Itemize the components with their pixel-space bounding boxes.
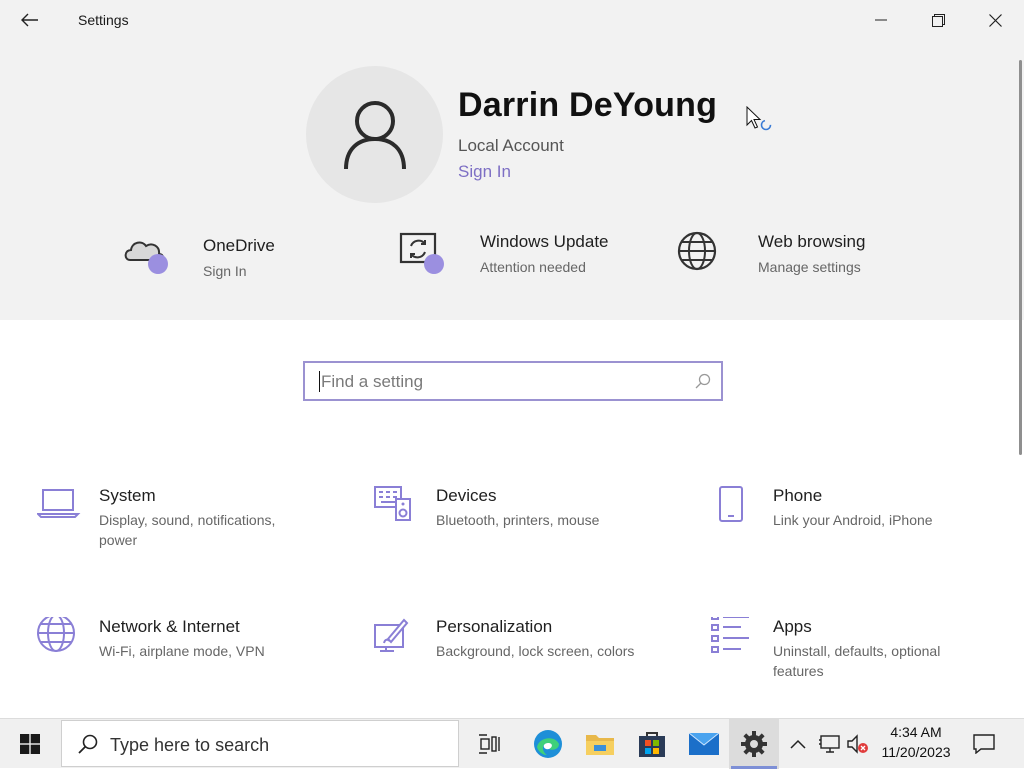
- user-icon: [343, 100, 406, 169]
- quick-link-subtitle: Sign In: [203, 263, 247, 279]
- taskbar: Type here to search 4:34 AM 11/20/2023: [0, 718, 1024, 769]
- minimize-icon: [875, 19, 887, 21]
- store-app-button[interactable]: [627, 719, 677, 769]
- gear-icon: [741, 731, 767, 757]
- arrow-left-icon: [21, 13, 38, 27]
- category-title: Personalization: [436, 617, 553, 636]
- taskbar-search-box[interactable]: Type here to search: [61, 720, 459, 767]
- settings-search-input[interactable]: Find a setting: [303, 361, 723, 401]
- keyboard-speaker-icon: [374, 486, 411, 521]
- edge-icon: [534, 730, 562, 758]
- update-status-badge: [424, 254, 444, 274]
- category-network-internet[interactable]: Network & Internet Wi-Fi, airplane mode,…: [37, 617, 337, 697]
- clock[interactable]: 4:34 AM 11/20/2023: [868, 722, 964, 766]
- paint-icon: [374, 618, 409, 652]
- chevron-up-icon: [790, 739, 806, 749]
- settings-app-button[interactable]: [729, 719, 779, 769]
- phone-icon: [719, 486, 743, 522]
- profile-header: Darrin DeYoung Local Account Sign In One…: [0, 40, 1024, 320]
- quick-link-subtitle: Manage settings: [758, 259, 861, 275]
- title-bar: Settings: [0, 0, 1024, 40]
- start-button[interactable]: [0, 719, 60, 769]
- close-button[interactable]: [967, 0, 1023, 40]
- restore-icon: [931, 13, 945, 27]
- close-icon: [988, 13, 1002, 27]
- category-title: Network & Internet: [99, 617, 240, 636]
- show-hidden-icons-button[interactable]: [786, 719, 810, 769]
- quick-link-subtitle: Attention needed: [480, 259, 586, 275]
- apps-list-icon: [711, 617, 749, 653]
- quick-link-title: Windows Update: [480, 232, 609, 251]
- globe-icon: [677, 231, 717, 271]
- volume-muted-icon: [847, 734, 868, 754]
- restore-button[interactable]: [910, 0, 966, 40]
- user-name: Darrin DeYoung: [458, 86, 718, 124]
- category-personalization[interactable]: Personalization Background, lock screen,…: [374, 617, 674, 697]
- category-title: Apps: [773, 617, 812, 636]
- cloud-icon: [124, 241, 164, 261]
- notification-icon: [973, 734, 995, 754]
- network-status-button[interactable]: [815, 719, 843, 769]
- account-type: Local Account: [458, 136, 564, 155]
- category-system[interactable]: System Display, sound, notifications, po…: [37, 486, 337, 566]
- category-subtitle: Link your Android, iPhone: [773, 512, 933, 528]
- sign-in-link[interactable]: Sign In: [458, 162, 511, 182]
- clock-date: 11/20/2023: [881, 744, 951, 760]
- windows-logo-icon: [20, 734, 40, 754]
- category-apps[interactable]: Apps Uninstall, defaults, optional featu…: [711, 617, 1011, 697]
- onedrive-status-badge: [148, 254, 168, 274]
- category-subtitle: Bluetooth, printers, mouse: [436, 512, 600, 528]
- clock-time: 4:34 AM: [890, 724, 942, 740]
- folder-icon: [586, 735, 614, 755]
- avatar[interactable]: [306, 66, 443, 203]
- task-view-icon: [479, 734, 500, 754]
- edge-app-button[interactable]: [523, 719, 573, 769]
- action-center-button[interactable]: [968, 719, 1000, 769]
- mouse-cursor-icon: [746, 105, 776, 139]
- laptop-icon: [37, 489, 81, 518]
- category-devices[interactable]: Devices Bluetooth, printers, mouse: [374, 486, 674, 566]
- category-subtitle: Display, sound, notifications, power: [99, 512, 276, 548]
- settings-window: Settings Darrin DeYoung Local Account Si…: [0, 0, 1024, 718]
- file-explorer-app-button[interactable]: [575, 719, 625, 769]
- category-title: System: [99, 486, 156, 505]
- scrollbar[interactable]: [1019, 60, 1022, 455]
- window-title: Settings: [78, 12, 129, 28]
- quick-link-onedrive[interactable]: OneDrive Sign In: [122, 226, 302, 282]
- task-view-button[interactable]: [465, 719, 515, 769]
- mail-icon: [688, 732, 720, 755]
- quick-link-title: OneDrive: [203, 236, 275, 255]
- back-button[interactable]: [14, 8, 46, 32]
- category-subtitle: Wi-Fi, airplane mode, VPN: [99, 643, 265, 659]
- store-icon: [639, 732, 665, 757]
- category-title: Phone: [773, 486, 823, 505]
- network-monitor-icon: [819, 735, 840, 753]
- search-placeholder: Find a setting: [321, 372, 424, 391]
- category-title: Devices: [436, 486, 497, 505]
- category-subtitle: Uninstall, defaults, optional features: [773, 643, 941, 679]
- quick-link-web-browsing[interactable]: Web browsing Manage settings: [676, 222, 886, 278]
- minimize-button[interactable]: [853, 0, 909, 40]
- quick-link-windows-update[interactable]: Windows Update Attention needed: [398, 222, 628, 278]
- taskbar-search-placeholder: Type here to search: [110, 735, 270, 755]
- globe-icon: [37, 617, 75, 652]
- search-icon[interactable]: [695, 373, 711, 389]
- text-caret: [319, 371, 320, 392]
- mail-app-button[interactable]: [679, 719, 729, 769]
- quick-link-title: Web browsing: [758, 232, 866, 251]
- category-phone[interactable]: Phone Link your Android, iPhone: [711, 486, 1011, 566]
- search-icon: [78, 734, 98, 754]
- category-subtitle: Background, lock screen, colors: [436, 643, 635, 659]
